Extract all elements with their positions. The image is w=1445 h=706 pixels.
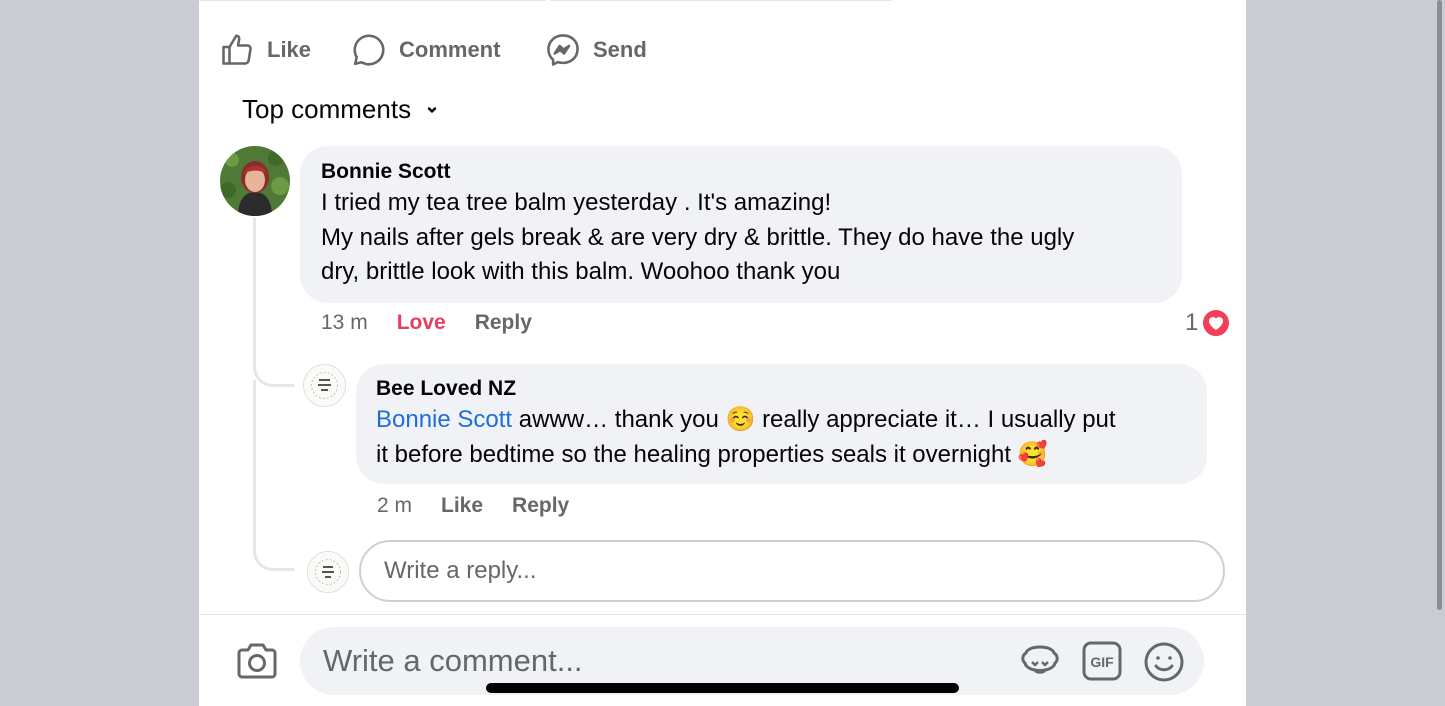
thread-line (253, 380, 256, 546)
love-button[interactable]: Love (397, 311, 446, 335)
love-reaction-icon (1201, 308, 1232, 338)
divider (199, 0, 545, 1)
gif-label: GIF (1090, 654, 1114, 670)
top-comments-dropdown[interactable]: Top comments (242, 92, 439, 126)
comment-text-line: I tried my tea tree balm yesterday . It'… (321, 189, 832, 216)
reply-button[interactable]: Reply (475, 311, 532, 335)
thread-line (253, 218, 256, 364)
reply-button[interactable]: Reply (512, 494, 569, 518)
avatar[interactable] (303, 364, 346, 407)
reply-field[interactable] (359, 540, 1225, 602)
avatar-sticker-icon[interactable] (1019, 641, 1061, 681)
reaction-count-value: 1 (1185, 309, 1199, 336)
scrollbar[interactable] (1437, 0, 1442, 610)
reply-text-line: it before bedtime so the healing propert… (376, 440, 1048, 468)
messenger-icon (547, 34, 579, 66)
reply-text: Bonnie Scott awww… thank you ☺️ really a… (376, 403, 1186, 472)
comment-button[interactable]: Comment (351, 28, 500, 72)
mention-link[interactable]: Bonnie Scott (376, 406, 512, 433)
comment-meta: 13 m Love Reply (321, 311, 561, 335)
reply-input[interactable] (382, 556, 1186, 586)
thumbs-up-icon (222, 34, 252, 65)
comment-time[interactable]: 13 m (321, 311, 368, 335)
comment-text: I tried my tea tree balm yesterday . It'… (321, 186, 1161, 290)
avatar[interactable] (220, 146, 290, 216)
comment-icon (353, 34, 385, 66)
divider (550, 0, 892, 1)
avatar (307, 551, 349, 593)
like-label: Like (267, 37, 312, 62)
reply-author[interactable]: Bee Loved NZ (376, 377, 1186, 401)
sort-label: Top comments (242, 93, 412, 124)
divider (199, 614, 1246, 615)
reply-time[interactable]: 2 m (377, 494, 412, 518)
send-label: Send (593, 37, 647, 62)
reply-meta: 2 m Like Reply (377, 494, 598, 518)
comment-text-line: My nails after gels break & are very dry… (321, 223, 1075, 251)
reaction-count[interactable]: 1 (1185, 308, 1232, 338)
reply-bubble: Bee Loved NZ Bonnie Scott awww… thank yo… (356, 364, 1207, 484)
reply-text-rest: awww… thank you ☺️ really appreciate it…… (512, 406, 1116, 433)
like-button[interactable]: Like (441, 494, 483, 518)
home-indicator (486, 683, 959, 693)
comment-label: Comment (399, 37, 501, 62)
emoji-icon[interactable] (1143, 641, 1185, 683)
comment-bubble: Bonnie Scott I tried my tea tree balm ye… (300, 146, 1182, 303)
comment-author[interactable]: Bonnie Scott (321, 160, 1161, 184)
like-button[interactable]: Like (219, 28, 311, 72)
camera-icon[interactable] (236, 642, 278, 680)
send-button[interactable]: Send (545, 28, 647, 72)
comment-text-line: dry, brittle look with this balm. Woohoo… (321, 258, 841, 285)
reply-text-line: Bonnie Scott awww… thank you ☺️ really a… (376, 403, 1186, 438)
gif-icon[interactable]: GIF (1082, 641, 1122, 681)
comment-input[interactable] (321, 642, 985, 680)
chevron-down-icon (427, 107, 437, 113)
